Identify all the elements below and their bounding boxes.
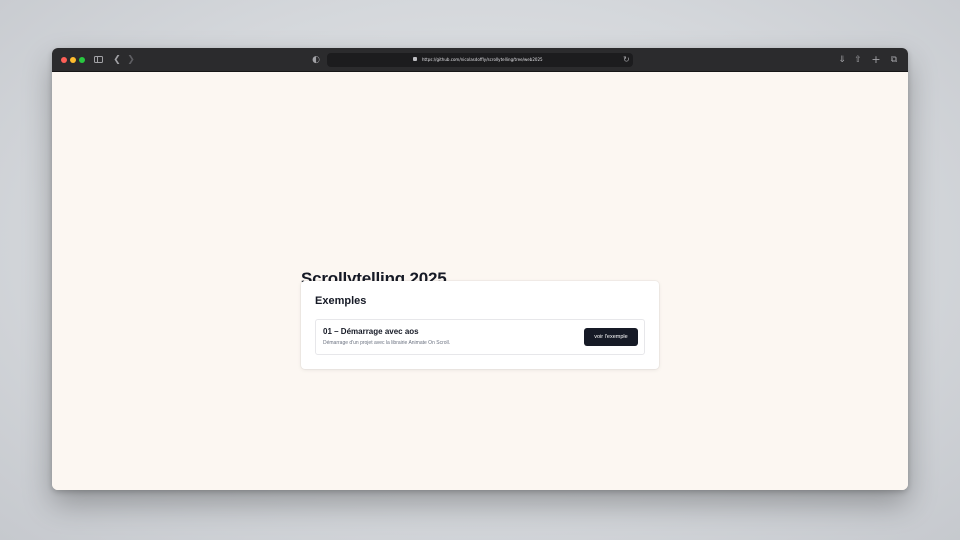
close-window-button[interactable] <box>61 57 67 63</box>
browser-toolbar: ❮ ❯ ◐ https://github.com/nicolasdoffly/s… <box>52 48 908 72</box>
reload-icon[interactable]: ↻ <box>623 54 630 66</box>
example-item: 01 – Démarrage avec aos Démarrage d'un p… <box>315 319 645 355</box>
sidebar-toggle-icon[interactable] <box>94 56 103 63</box>
share-icon[interactable]: ⇧ <box>852 54 864 66</box>
new-tab-plus-icon[interactable]: + <box>870 54 882 66</box>
minimize-window-button[interactable] <box>70 57 76 63</box>
download-icon[interactable]: ⇓ <box>836 54 848 66</box>
back-chevron-icon[interactable]: ❮ <box>113 54 121 66</box>
view-example-button[interactable]: voir l'exemple <box>584 328 638 346</box>
page-content: Scrollytelling 2025 Exemples 01 – Démarr… <box>52 72 908 490</box>
zoom-window-button[interactable] <box>79 57 85 63</box>
browser-window: ❮ ❯ ◐ https://github.com/nicolasdoffly/s… <box>52 48 908 490</box>
example-description: Démarrage d'un projet avec la librairie … <box>323 340 451 346</box>
examples-heading: Exemples <box>315 295 367 307</box>
lock-icon <box>413 57 417 61</box>
tab-overview-icon[interactable]: ⧉ <box>888 54 900 66</box>
example-title: 01 – Démarrage avec aos <box>323 327 419 336</box>
forward-chevron-icon[interactable]: ❯ <box>127 54 135 66</box>
url-text[interactable]: https://github.com/nicolasdoffly/scrolly… <box>422 56 543 64</box>
examples-card: Exemples 01 – Démarrage avec aos Démarra… <box>301 281 659 369</box>
address-bar[interactable]: https://github.com/nicolasdoffly/scrolly… <box>327 53 633 67</box>
privacy-shield-icon[interactable]: ◐ <box>312 54 320 66</box>
